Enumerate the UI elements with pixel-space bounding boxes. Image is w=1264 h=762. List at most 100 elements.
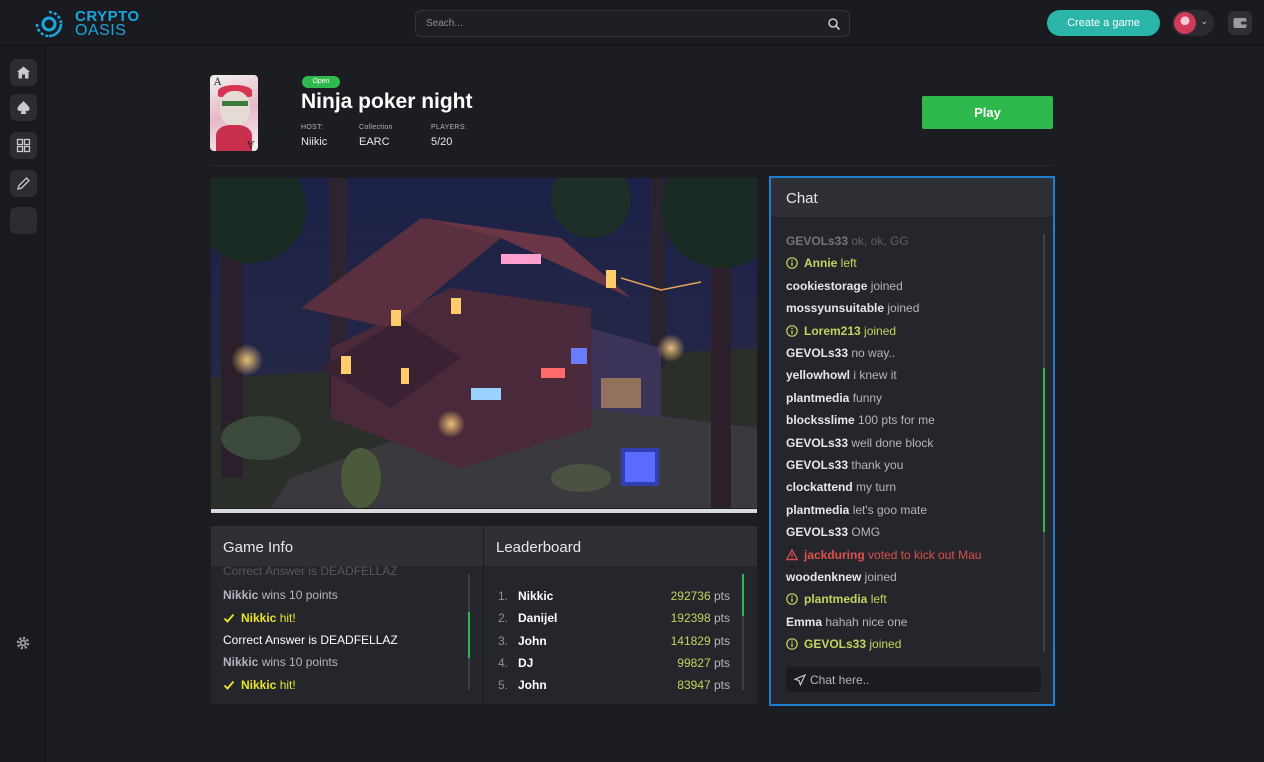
search-icon[interactable]: [827, 17, 841, 31]
chat-message: GEVOLs33 no way..: [786, 346, 895, 360]
chat-message: mossyunsuitable joined: [786, 301, 919, 315]
chat-username[interactable]: plantmedia: [804, 592, 867, 606]
game-info-line: Nikkic hit!: [223, 678, 296, 692]
sidebar-item-grid[interactable]: [10, 132, 37, 159]
chat-username[interactable]: yellowhowl: [786, 368, 850, 382]
thumb-card-rank: A: [214, 77, 222, 88]
leaderboard-rank: 5.: [498, 678, 509, 693]
chat-username[interactable]: jackduring: [804, 548, 865, 562]
chat-message: GEVOLs33 thank you: [786, 458, 903, 472]
chat-username[interactable]: GEVOLs33: [786, 458, 848, 472]
leaderboard-rank: 2.: [498, 611, 509, 626]
game-thumbnail: A A: [210, 75, 258, 151]
game-info-text: wins 10 points: [258, 655, 338, 670]
collection-value: EARC: [359, 136, 390, 148]
send-icon[interactable]: [794, 674, 806, 686]
chat-message: yellowhowl i knew it: [786, 368, 897, 382]
chat-text: funny: [849, 390, 883, 405]
game-info-line: Nikkic wins 10 points: [223, 588, 338, 602]
check-icon: [223, 678, 241, 692]
chat-message: Lorem213 joined: [786, 324, 896, 338]
game-info-line: Nikkic wins 10 points: [223, 655, 338, 669]
home-icon: [17, 66, 30, 79]
chat-username[interactable]: plantmedia: [786, 391, 849, 405]
host-value: Niikic: [301, 136, 328, 148]
leaderboard-row[interactable]: 2. Danijel 192398 pts: [498, 611, 730, 629]
user-menu[interactable]: ⌄: [1172, 10, 1214, 36]
create-game-button[interactable]: Create a game: [1047, 10, 1160, 36]
chat-message: plantmedia let's goo mate: [786, 503, 927, 517]
leaderboard-score: 192398 pts: [671, 611, 730, 625]
chat-username[interactable]: GEVOLs33: [786, 346, 848, 360]
info-icon: [786, 592, 804, 606]
chat-text: joined: [861, 570, 897, 584]
search-placeholder: Seach...: [426, 18, 463, 29]
chat-text: joined: [867, 278, 903, 293]
game-info-player: Nikkic: [241, 610, 277, 625]
chat-username[interactable]: GEVOLs33: [786, 525, 848, 539]
leaderboard-score-value: 141829: [670, 633, 711, 648]
thumb-band: [222, 101, 248, 106]
chat-message: cookiestorage joined: [786, 279, 903, 293]
sidebar-item-home[interactable]: [10, 59, 37, 86]
gear-icon[interactable]: [15, 635, 31, 651]
leaderboard-row[interactable]: 3. John 141829 pts: [498, 634, 730, 652]
leaderboard-panel: Leaderboard 1. Nikkic 292736 pts 2. Danijel 1…: [484, 526, 757, 704]
chat-username[interactable]: plantmedia: [786, 503, 849, 517]
chat-input-box[interactable]: [786, 667, 1041, 692]
chat-username[interactable]: blocksslime: [786, 413, 855, 427]
meta-host: HOST: Niikic: [301, 124, 327, 148]
chat-username[interactable]: clockattend: [786, 480, 853, 494]
image-progress-bar: [211, 509, 757, 513]
leaderboard-score-unit: pts: [710, 678, 730, 693]
chat-message: GEVOLs33 OMG: [786, 525, 880, 539]
brand-name: CRYPTO OASIS: [75, 9, 140, 39]
chat-username[interactable]: mossyunsuitable: [786, 301, 884, 315]
chat-text: joined: [860, 323, 897, 338]
sidebar-item-blank[interactable]: [10, 207, 37, 234]
leaderboard-row[interactable]: 5. John 83947 pts: [498, 678, 730, 696]
warning-icon: [786, 548, 804, 562]
chat-message: plantmedia left: [786, 592, 887, 606]
logo-icon: [35, 10, 63, 38]
game-info-scroll-thumb[interactable]: [468, 612, 470, 658]
leaderboard-score-unit: pts: [710, 655, 730, 670]
sidebar-item-cards[interactable]: [10, 94, 37, 121]
chat-username[interactable]: Emma: [786, 615, 822, 629]
leaderboard-name: DJ: [518, 655, 534, 670]
page-title: Ninja poker night: [301, 90, 473, 113]
game-info-text: wins 10 points: [258, 588, 338, 603]
grid-icon: [16, 138, 31, 153]
game-info-text: hit!: [276, 610, 296, 625]
players-label: PLAYERS:: [431, 124, 468, 131]
chat-text: 100 pts for me: [854, 413, 935, 428]
chat-input[interactable]: [810, 670, 1030, 689]
chat-message: GEVOLs33 well done block: [786, 436, 933, 450]
leaderboard-score-value: 292736: [670, 589, 711, 603]
avatar: [1174, 12, 1196, 34]
leaderboard-row[interactable]: 1. Nikkic 292736 pts: [498, 589, 730, 607]
leaderboard-row[interactable]: 4. DJ 99827 pts: [498, 656, 730, 674]
check-icon: [223, 611, 241, 625]
chat-username[interactable]: GEVOLs33: [786, 234, 848, 248]
chat-message: GEVOLs33 ok, ok, GG: [786, 234, 909, 248]
chat-username[interactable]: Lorem213: [804, 324, 861, 338]
brand-logo[interactable]: CRYPTO OASIS: [34, 8, 140, 40]
chat-username[interactable]: GEVOLs33: [804, 637, 866, 651]
leaderboard-scroll-thumb[interactable]: [742, 574, 744, 616]
top-bar: CRYPTO OASIS Seach... Create a game ⌄: [0, 0, 1264, 46]
chat-username[interactable]: Annie: [804, 256, 837, 270]
play-button[interactable]: Play: [922, 96, 1053, 129]
chat-text: joined: [866, 637, 902, 652]
chat-scroll-thumb[interactable]: [1043, 368, 1045, 532]
chat-username[interactable]: cookiestorage: [786, 279, 867, 293]
chat-message: plantmedia funny: [786, 391, 882, 405]
leaderboard-score-value: 192398: [670, 611, 711, 626]
game-scene-image: [211, 178, 757, 508]
chat-username[interactable]: woodenknew: [786, 570, 861, 584]
info-icon: [786, 324, 804, 338]
wallet-button[interactable]: [1228, 11, 1252, 35]
sidebar-item-edit[interactable]: [10, 170, 37, 197]
chat-username[interactable]: GEVOLs33: [786, 436, 848, 450]
search-input[interactable]: Seach...: [415, 10, 850, 37]
